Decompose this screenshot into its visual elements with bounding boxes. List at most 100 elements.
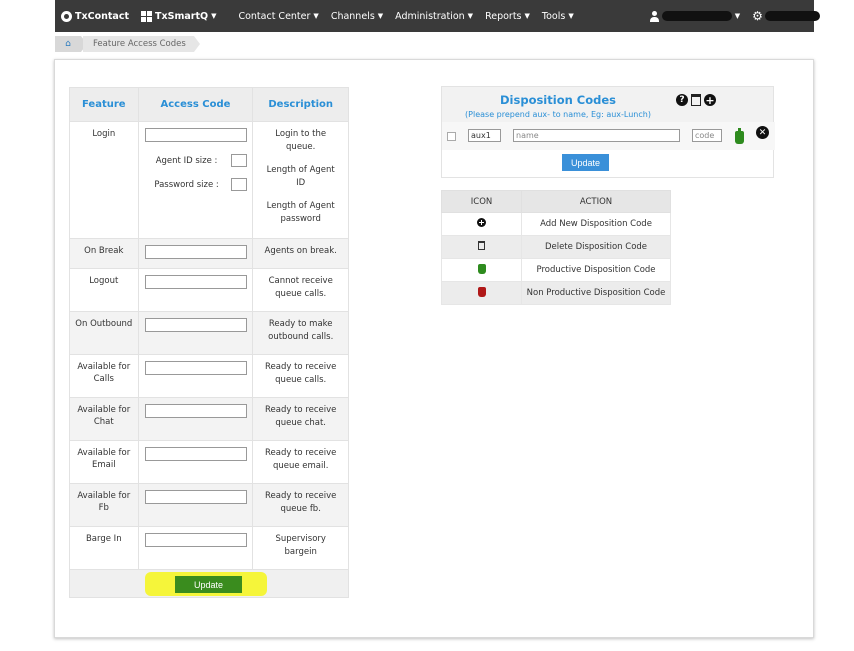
- available-email-code-input[interactable]: [144, 447, 247, 461]
- settings-menu[interactable]: ⚙ ▼: [746, 0, 834, 32]
- disposition-code-input[interactable]: [692, 129, 722, 142]
- close-icon[interactable]: ✕: [756, 126, 769, 139]
- brand-txcontact[interactable]: TxContact: [55, 0, 135, 32]
- nav-label: Reports: [485, 10, 522, 22]
- chevron-down-icon: ▼: [467, 12, 474, 20]
- access-code-cell: [137, 311, 254, 355]
- legend-action: Productive Disposition Code: [521, 258, 671, 282]
- main-panel: Feature Access Code Description Login Ag…: [54, 59, 814, 638]
- chevron-down-icon: ▼: [734, 12, 741, 20]
- feature-name: On Outbound: [69, 311, 139, 355]
- feature-name: Available for Calls: [69, 354, 139, 398]
- green-bag-icon: [477, 263, 486, 274]
- top-nav: TxContact TxSmartQ ▼ Contact Center ▼ Cha…: [55, 0, 851, 32]
- agent-id-size-input[interactable]: [230, 154, 247, 167]
- trash-icon[interactable]: [691, 94, 701, 106]
- feature-name: Available for Email: [69, 440, 139, 484]
- chevron-down-icon: ▼: [822, 12, 829, 20]
- feature-description: Ready to receive queue chat.: [252, 397, 349, 441]
- feature-description: Supervisory bargein: [252, 526, 349, 570]
- add-icon[interactable]: +: [704, 94, 716, 106]
- feature-description: Agents on break.: [252, 238, 349, 269]
- redacted-account: [764, 11, 820, 21]
- redacted-username: [661, 11, 732, 21]
- legend-icon-cell: [441, 212, 522, 236]
- table-row: Available for Chat Ready to receive queu…: [69, 397, 349, 441]
- col-access-code: Access Code: [137, 87, 254, 122]
- breadcrumb-end: [193, 36, 200, 52]
- password-size-input[interactable]: [230, 178, 247, 191]
- table-row: Add New Disposition Code: [441, 212, 671, 236]
- feature-description: Ready to receive queue email.: [252, 440, 349, 484]
- disposition-subtitle: (Please prepend aux- to name, Eg: aux-Lu…: [465, 110, 651, 119]
- nav-contact-center[interactable]: Contact Center ▼: [232, 0, 324, 32]
- feature-name: Available for Fb: [69, 483, 139, 527]
- chevron-down-icon: ▼: [377, 12, 384, 20]
- access-code-cell: [137, 397, 254, 441]
- update-disposition-button[interactable]: Update: [562, 154, 609, 171]
- product-menu[interactable]: TxSmartQ ▼: [135, 0, 222, 32]
- access-code-cell: [137, 238, 254, 269]
- nav-label: Administration: [395, 10, 465, 22]
- logout-code-input[interactable]: [144, 275, 247, 289]
- table-row: Delete Disposition Code: [441, 235, 671, 259]
- disposition-row: ✕: [442, 122, 775, 150]
- feature-name: Barge In: [69, 526, 139, 570]
- access-code-cell: [137, 268, 254, 312]
- available-chat-code-input[interactable]: [144, 404, 247, 418]
- table-row: On Outbound Ready to make outbound calls…: [69, 311, 349, 355]
- nav-administration[interactable]: Administration ▼: [389, 0, 479, 32]
- table-row: Logout Cannot receive queue calls.: [69, 268, 349, 312]
- password-size-label: Password size :: [154, 179, 219, 190]
- table-row: Available for Fb Ready to receive queue …: [69, 483, 349, 527]
- legend-icon-cell: [441, 258, 522, 282]
- red-bag-icon: [477, 286, 486, 297]
- chevron-down-icon: ▼: [568, 12, 574, 20]
- available-fb-code-input[interactable]: [144, 490, 247, 504]
- help-icon[interactable]: ?: [676, 94, 688, 106]
- gear-icon: ⚙: [752, 9, 763, 23]
- home-icon[interactable]: ⌂: [55, 36, 81, 52]
- disposition-title: Disposition Codes: [500, 93, 616, 107]
- feature-access-table: Feature Access Code Description Login Ag…: [69, 87, 349, 598]
- grid-icon: [141, 10, 152, 22]
- col-feature: Feature: [69, 87, 139, 122]
- login-code-input[interactable]: [144, 128, 247, 142]
- feature-description: Ready to make outbound calls.: [252, 311, 349, 355]
- nav-reports[interactable]: Reports ▼: [479, 0, 536, 32]
- globe-icon: [840, 11, 851, 21]
- chevron-down-icon: ▼: [211, 12, 217, 20]
- disposition-header: Disposition Codes (Please prepend aux- t…: [442, 87, 773, 122]
- feature-description: Ready to receive queue calls.: [252, 354, 349, 398]
- on-break-code-input[interactable]: [144, 245, 247, 259]
- breadcrumb-current: Feature Access Codes: [83, 36, 194, 52]
- legend-action: Delete Disposition Code: [521, 235, 671, 259]
- nav-label: Channels: [330, 10, 375, 22]
- feature-name: On Break: [69, 238, 139, 269]
- legend-icon-cell: [441, 235, 522, 259]
- user-menu[interactable]: ▼: [644, 0, 746, 32]
- access-code-cell: [137, 354, 254, 398]
- language-menu[interactable]: ▼: [834, 0, 854, 32]
- disposition-name-input[interactable]: [513, 129, 680, 142]
- disposition-codes-box: Disposition Codes (Please prepend aux- t…: [441, 86, 775, 178]
- barge-in-code-input[interactable]: [144, 533, 247, 547]
- brand-label: TxContact: [75, 10, 129, 22]
- update-features-button[interactable]: Update: [175, 576, 242, 593]
- chevron-down-icon: ▼: [313, 12, 319, 20]
- nav-channels[interactable]: Channels ▼: [325, 0, 389, 32]
- disposition-key-input[interactable]: [468, 129, 501, 142]
- access-code-cell: [137, 526, 254, 570]
- row-checkbox[interactable]: [447, 132, 456, 141]
- nav-label: Contact Center: [238, 10, 311, 22]
- on-outbound-code-input[interactable]: [144, 318, 247, 332]
- table-row: Productive Disposition Code: [441, 258, 671, 282]
- table-row: Available for Calls Ready to receive que…: [69, 354, 349, 398]
- available-calls-code-input[interactable]: [144, 361, 247, 375]
- update-row: Update: [69, 569, 349, 598]
- nav-tools[interactable]: Tools ▼: [536, 0, 580, 32]
- feature-name: Available for Chat: [69, 397, 139, 441]
- green-bag-icon[interactable]: [735, 128, 744, 144]
- agent-id-size-label: Agent ID size :: [155, 155, 218, 166]
- txcontact-logo-icon: [61, 10, 72, 22]
